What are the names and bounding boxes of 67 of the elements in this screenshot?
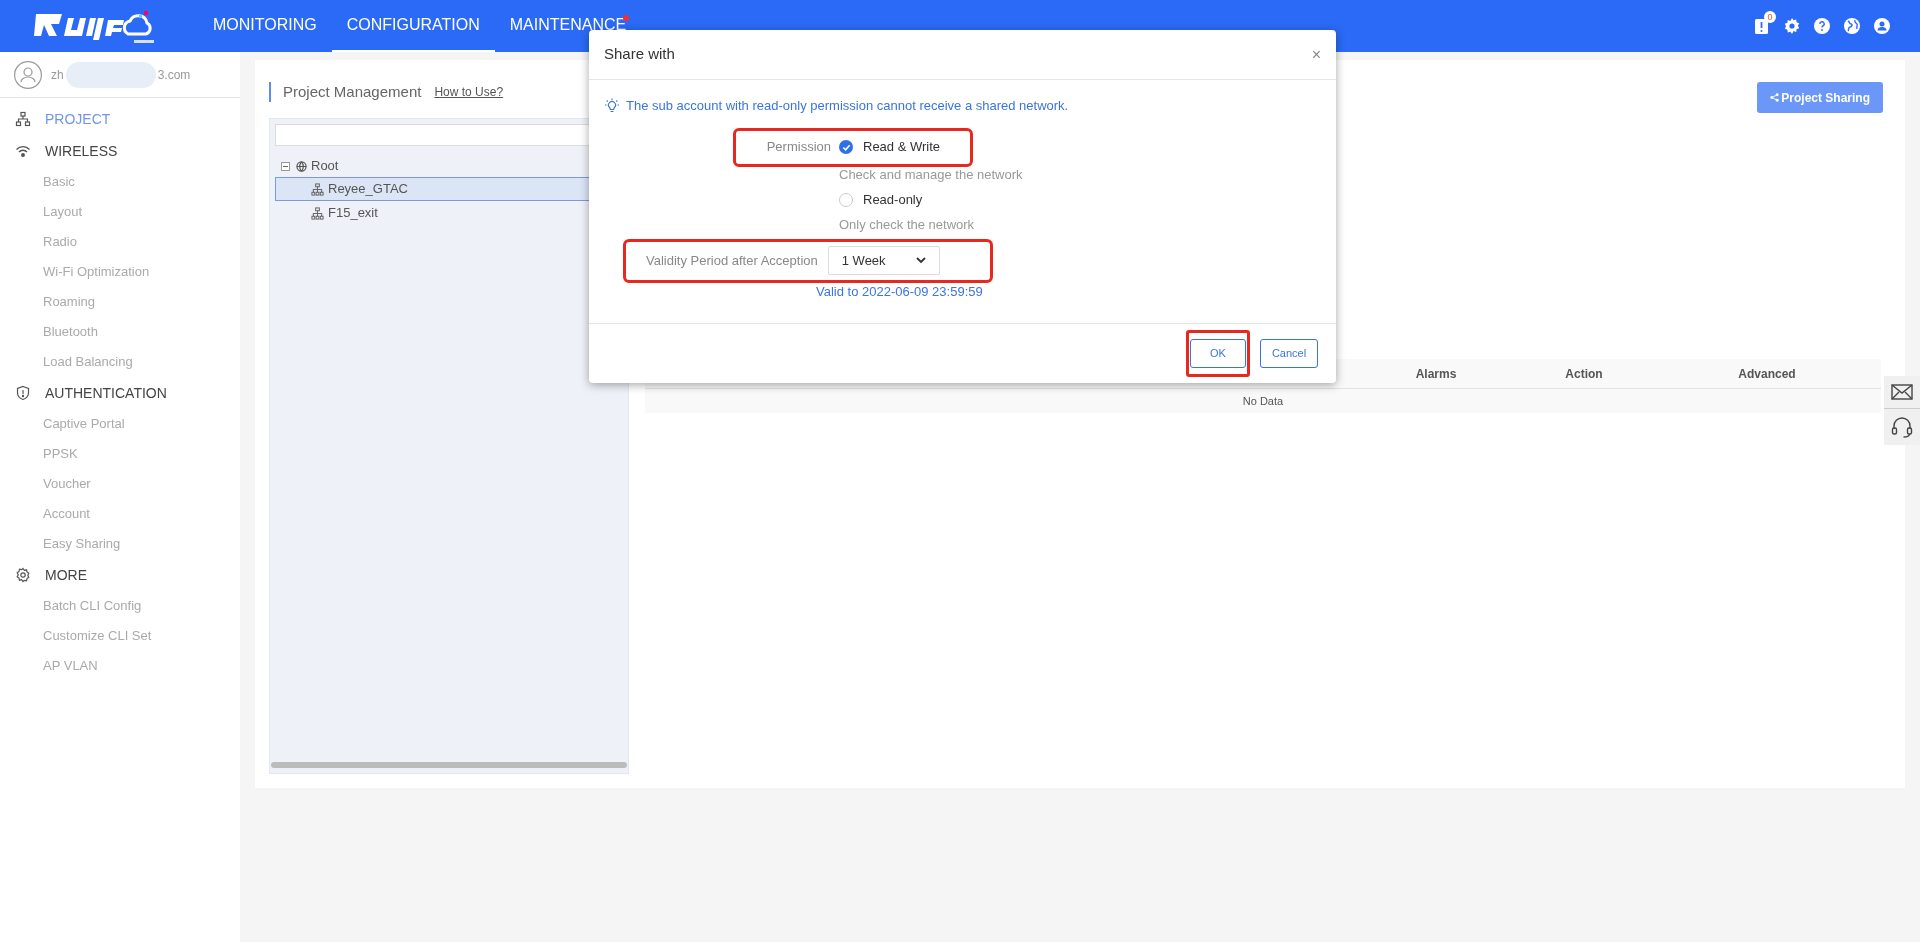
sidebar-item[interactable]: Voucher (0, 469, 240, 499)
settings-icon[interactable] (1784, 18, 1800, 34)
sidebar-item[interactable]: Layout (0, 197, 240, 227)
tip-text: The sub account with read-only permission cannot receive a shared network. (626, 97, 1069, 115)
option-description: Only check the network (839, 215, 976, 234)
account-email-end: 3.com (157, 66, 191, 84)
chevron-down-icon (915, 257, 926, 264)
dialog-button[interactable]: OK (1190, 339, 1246, 368)
alert-count: 0 (1764, 11, 1776, 23)
valid-until-text: Valid to 2022-06-09 23:59:59 (816, 282, 984, 301)
help-link[interactable]: How to Use? (434, 83, 504, 101)
alert-icon[interactable] (1755, 18, 1770, 34)
project-sharing-button[interactable]: Project Sharing (1757, 82, 1883, 113)
dialog-title: Share with (604, 44, 675, 65)
period-select[interactable]: 1 Week (827, 246, 940, 275)
sidebar-section[interactable]: PROJECT (0, 103, 240, 135)
network-icon (311, 206, 324, 220)
radio-option[interactable]: Read & Write (839, 137, 941, 157)
validity-label: Validity Period after Acception (646, 251, 818, 270)
network-icon (311, 182, 324, 196)
mail-icon[interactable] (1891, 384, 1913, 400)
dialog-button[interactable]: Cancel (1260, 339, 1318, 368)
wifi-icon (15, 143, 31, 159)
tree-node[interactable]: Root (311, 156, 339, 176)
sidebar-item[interactable]: Wi-Fi Optimization (0, 257, 240, 287)
sidebar-item[interactable]: PPSK (0, 439, 240, 469)
gear-icon (15, 567, 31, 583)
sidebar-item[interactable]: Basic (0, 167, 240, 197)
collapse-toggle[interactable] (281, 161, 290, 171)
radio-button[interactable] (839, 192, 853, 207)
hierarchy-icon (15, 111, 31, 127)
close-button[interactable]: × (1311, 42, 1321, 67)
sidebar-item[interactable]: AP VLAN (0, 651, 240, 681)
sidebar-item[interactable]: Roaming (0, 287, 240, 317)
sidebar-item[interactable]: Easy Sharing (0, 529, 240, 559)
account-email-start: zh (51, 66, 64, 84)
sidebar-section[interactable]: WIRELESS (0, 135, 240, 167)
sidebar-item[interactable]: Load Balancing (0, 347, 240, 377)
sidebar-section[interactable]: AUTHENTICATION (0, 377, 240, 409)
column-header: Advanced (1737, 365, 1797, 383)
share-icon (1770, 93, 1780, 102)
headset-icon[interactable] (1891, 416, 1913, 438)
column-header: Alarms (1414, 365, 1458, 383)
tree-node[interactable]: F15_exit (275, 201, 623, 225)
sidebar-section[interactable]: MORE (0, 559, 240, 591)
sidebar-item[interactable]: Radio (0, 227, 240, 257)
sidebar-item[interactable]: Captive Portal (0, 409, 240, 439)
user-icon[interactable] (1874, 18, 1890, 34)
avatar-icon (14, 60, 42, 89)
scrollbar[interactable] (271, 762, 627, 768)
option-description: Check and manage the network (839, 165, 1024, 184)
shield-icon (15, 385, 31, 401)
nav-tab[interactable]: CONFIGURATION (331, 0, 495, 52)
page-title: Project Management (283, 81, 422, 102)
sidebar-item[interactable]: Bluetooth (0, 317, 240, 347)
sidebar-item[interactable]: Batch CLI Config (0, 591, 240, 621)
sidebar-item[interactable]: Customize CLI Set (0, 621, 240, 651)
sidebar-item[interactable]: Account (0, 499, 240, 529)
check-icon (841, 142, 851, 152)
empty-text: No Data (1242, 393, 1284, 409)
radio-button[interactable] (839, 140, 853, 154)
nav-tab[interactable]: MONITORING (198, 0, 332, 52)
permission-label: Permission (765, 138, 831, 157)
radio-option[interactable]: Read-only (839, 189, 923, 210)
column-header: Action (1564, 365, 1604, 383)
help-icon[interactable] (1814, 18, 1830, 34)
lightbulb-icon (604, 97, 620, 114)
